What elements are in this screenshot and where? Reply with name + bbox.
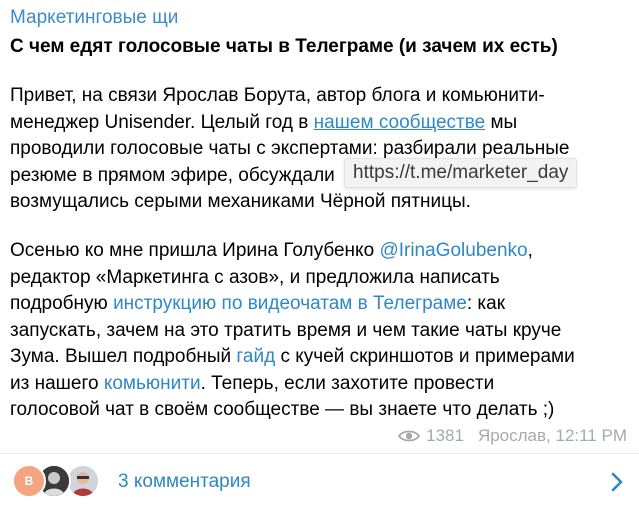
post-meta: 1381 Ярослав , 12:11 PM: [398, 426, 627, 446]
instruction-link[interactable]: инструкцию по видеочатам в Телеграме: [113, 293, 467, 314]
text-fragment: Осенью ко мне пришла Ирина Голубенко: [10, 240, 380, 261]
text-line: голосовой чат в своём сообществе — вы зн…: [10, 399, 555, 420]
link-tooltip: https://t.me/marketer_day: [344, 158, 578, 188]
post-title: С чем едят голосовые чаты в Телеграме (и…: [10, 36, 558, 57]
text-line: подробную инструкцию по видеочатам в Тел…: [10, 291, 630, 318]
guide-link[interactable]: гайд: [236, 346, 275, 367]
community-link[interactable]: нашем сообществе: [314, 112, 486, 133]
post-paragraph-2: Осенью ко мне пришла Ирина Голубенко @Ir…: [10, 238, 630, 424]
comments-button[interactable]: B 3 комментария: [0, 454, 639, 509]
channel-name[interactable]: Маркетинговые щи: [10, 7, 178, 29]
text-fragment: подробную: [10, 293, 114, 314]
eye-icon: [398, 430, 421, 442]
person-photo-icon: [68, 466, 98, 496]
commenter-avatar: [66, 464, 100, 498]
mention-link[interactable]: @IrinaGolubenko: [379, 240, 527, 261]
post-time: 12:11 PM: [555, 426, 627, 445]
meta-comma: ,: [546, 426, 556, 445]
channel-post: Маркетинговые щи С чем едят голосовые ча…: [0, 0, 639, 509]
text-fragment: ,: [527, 240, 533, 261]
text-line: из нашего комьюнити. Теперь, если захоти…: [10, 371, 630, 398]
avatar-initial: B: [24, 474, 34, 488]
community-link-2[interactable]: комьюнити: [104, 373, 201, 394]
comments-label: 3 комментария: [118, 471, 251, 492]
text-fragment: с кучей скриншотов и примерами: [275, 346, 575, 367]
text-fragment: Зума. Вышел подробный: [10, 346, 237, 367]
text-fragment: . Теперь, если захотите провести: [200, 372, 495, 394]
text-line: менеджер Unisender. Целый год в нашем со…: [10, 110, 630, 137]
text-fragment: менеджер Unisender. Целый год в: [10, 111, 314, 133]
post-paragraph-1: Привет, на связи Ярослав Борута, автор б…: [10, 83, 630, 216]
text-line: Привет, на связи Ярослав Борута, автор б…: [10, 85, 545, 106]
text-line: Зума. Вышел подробный гайд с кучей скрин…: [10, 344, 630, 371]
text-fragment: : как: [466, 293, 506, 314]
view-count: 1381: [426, 426, 464, 445]
text-line: редактор «Маркетинга с азов», и предложи…: [10, 266, 500, 288]
text-fragment: из нашего: [10, 372, 104, 394]
chevron-right-icon: [611, 472, 623, 492]
text-line: запускать, зачем на это тратить время и …: [10, 319, 562, 341]
text-line: Осенью ко мне пришла Ирина Голубенко @Ir…: [10, 238, 630, 265]
post-author: Ярослав: [477, 426, 547, 445]
commenter-avatar: B: [12, 464, 46, 498]
text-fragment: мы: [485, 111, 518, 133]
text-line: возмущались серыми механиками Чёрной пят…: [10, 191, 471, 212]
